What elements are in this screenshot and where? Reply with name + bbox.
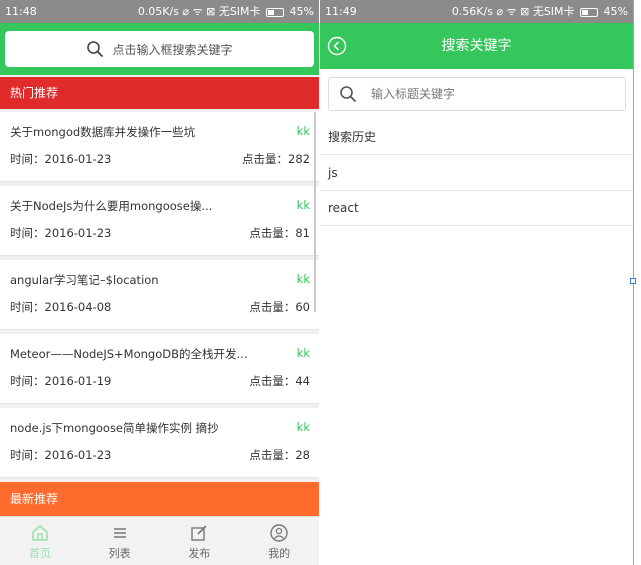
resize-handle[interactable] <box>630 278 636 284</box>
article-time: 时间：2016-01-19 <box>10 374 112 388</box>
battery-icon <box>580 7 599 17</box>
battery-percent: 45% <box>603 5 628 18</box>
search-screen: 11:49 0.56K/s ⌀ ᯤ ⊠ 无SIM卡 45% 搜索关键字 搜索历史… <box>320 0 633 565</box>
battery-icon <box>266 7 285 17</box>
article-clicks: 点击量：44 <box>249 374 310 388</box>
hot-section-header: 热门推荐 <box>0 77 319 109</box>
tab-label: 我的 <box>268 547 291 560</box>
article-clicks: 点击量：282 <box>242 152 310 166</box>
bottom-tab-bar: 首页 列表 发布 我的 <box>0 516 319 565</box>
home-icon <box>32 525 48 541</box>
article-clicks: 点击量：81 <box>249 226 310 240</box>
article-item[interactable]: 关于NodeJs为什么要用mongoose操... kk 时间：2016-01-… <box>0 186 319 256</box>
article-item[interactable]: 关于mongod数据库并发操作一些坑 kk 时间：2016-01-23 点击量：… <box>0 112 319 182</box>
tab-label: 发布 <box>188 547 211 560</box>
scrollbar[interactable] <box>314 112 316 312</box>
home-screen: 11:48 0.05K/s ⌀ ᯤ ⊠ 无SIM卡 45% 点击输入框搜索关键字… <box>0 0 319 565</box>
article-title: 关于mongod数据库并发操作一些坑 <box>10 125 196 139</box>
battery-percent: 45% <box>289 5 314 18</box>
article-time: 时间：2016-01-23 <box>10 152 112 166</box>
header: 点击输入框搜索关键字 <box>0 23 319 75</box>
article-item[interactable]: node.js下mongoose简单操作实例 摘抄 kk 时间：2016-01-… <box>0 408 319 478</box>
tab-label: 首页 <box>28 547 51 560</box>
history-item-react[interactable]: react <box>320 191 633 226</box>
search-icon <box>87 41 104 57</box>
status-bar: 11:48 0.05K/s ⌀ ᯤ ⊠ 无SIM卡 45% <box>0 0 319 23</box>
article-title: Meteor——NodeJS+MongoDB的全栈开发... <box>10 347 248 361</box>
edit-icon <box>191 525 207 541</box>
article-author: kk <box>296 198 310 212</box>
tab-list[interactable]: 列表 <box>80 517 160 565</box>
history-item-js[interactable]: js <box>320 156 633 191</box>
new-section-header: 最新推荐 <box>0 482 319 516</box>
article-time: 时间：2016-04-08 <box>10 300 112 314</box>
status-network: 0.56K/s ⌀ ᯤ ⊠ 无SIM卡 <box>451 5 575 18</box>
status-indicators: 0.05K/s ⌀ ᯤ ⊠ 无SIM卡 45% <box>138 0 314 23</box>
article-author: kk <box>296 420 310 434</box>
tab-home[interactable]: 首页 <box>0 517 80 565</box>
tab-mine[interactable]: 我的 <box>239 517 319 565</box>
status-bar: 11:49 0.56K/s ⌀ ᯤ ⊠ 无SIM卡 45% <box>320 0 633 23</box>
search-box[interactable]: 点击输入框搜索关键字 <box>5 31 314 67</box>
article-author: kk <box>296 124 310 138</box>
search-history-title: 搜索历史 <box>320 120 633 155</box>
status-network: 0.05K/s ⌀ ᯤ ⊠ 无SIM卡 <box>137 5 261 18</box>
article-item[interactable]: angular学习笔记–$location kk 时间：2016-04-08 点… <box>0 260 319 330</box>
article-clicks: 点击量：28 <box>249 448 310 462</box>
status-indicators: 0.56K/s ⌀ ᯤ ⊠ 无SIM卡 45% <box>452 0 628 23</box>
article-time: 时间：2016-01-23 <box>10 226 112 240</box>
article-title: 关于NodeJs为什么要用mongoose操... <box>10 199 213 213</box>
article-title: node.js下mongoose简单操作实例 摘抄 <box>10 421 219 435</box>
page-title: 搜索关键字 <box>441 38 512 54</box>
article-item[interactable]: Meteor——NodeJS+MongoDB的全栈开发... kk 时间：201… <box>0 334 319 404</box>
status-time: 11:49 <box>325 5 357 18</box>
tab-label: 列表 <box>108 547 131 560</box>
search-placeholder: 点击输入框搜索关键字 <box>112 42 233 57</box>
article-author: kk <box>296 346 310 360</box>
list-icon <box>113 528 126 538</box>
keyword-search-input[interactable] <box>371 87 601 101</box>
search-icon <box>340 86 356 102</box>
user-icon <box>270 524 288 542</box>
keyword-search-box[interactable] <box>328 77 626 111</box>
status-time: 11:48 <box>5 5 37 18</box>
tab-publish[interactable]: 发布 <box>160 517 240 565</box>
article-author: kk <box>296 272 310 286</box>
article-time: 时间：2016-01-23 <box>10 448 112 462</box>
article-clicks: 点击量：60 <box>249 300 310 314</box>
header: 搜索关键字 <box>320 23 633 69</box>
article-title: angular学习笔记–$location <box>10 273 159 287</box>
